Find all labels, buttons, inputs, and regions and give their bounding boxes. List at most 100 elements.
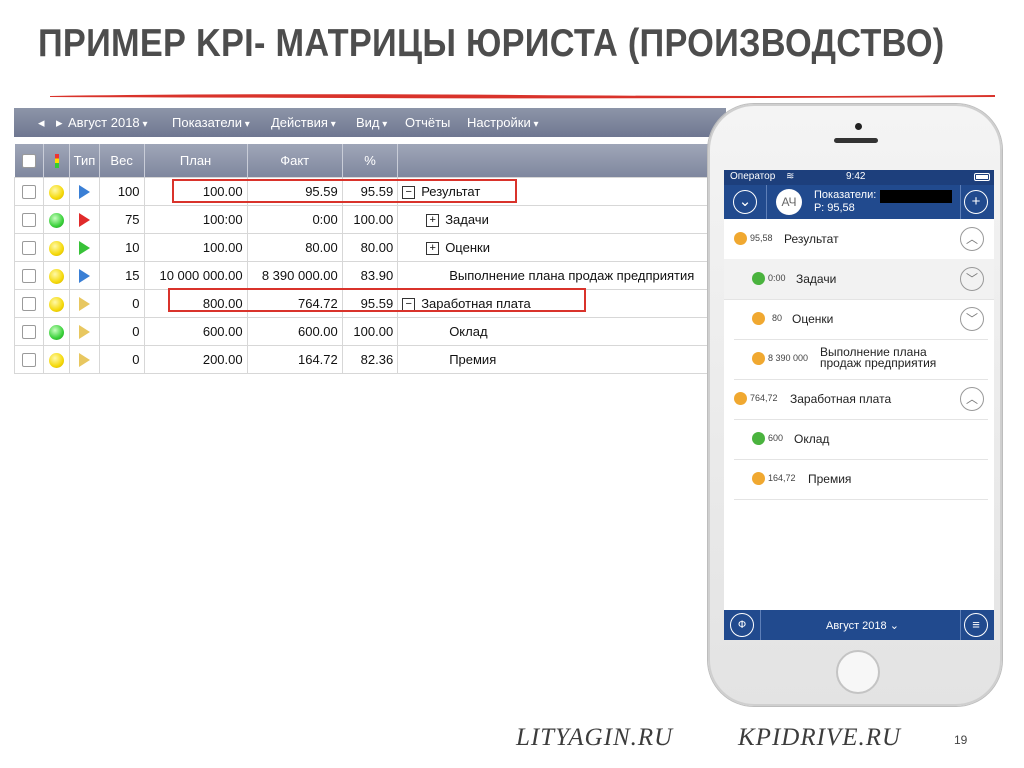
expand-icon[interactable]: +: [426, 242, 440, 256]
row-checkbox[interactable]: [22, 353, 37, 368]
list-item[interactable]: 8 390 000 Выполнение плана продаж предпр…: [734, 339, 988, 380]
indicator-name[interactable]: Оценки: [445, 240, 490, 255]
plan-cell[interactable]: 100:00: [143, 205, 248, 234]
chevron-down-icon[interactable]: ⌄: [733, 190, 757, 214]
name-cell: Премия: [397, 345, 726, 374]
mobile-footer: Ф Август 2018 ≡: [724, 610, 994, 640]
plan-cell[interactable]: 600.00: [143, 317, 248, 346]
name-cell: Выполнение плана продаж предприятия: [397, 261, 726, 290]
table-row[interactable]: 0 600.00 600.00 100.00 Оклад: [14, 317, 726, 346]
list-item[interactable]: 164,72 Премия: [734, 459, 988, 500]
table-row[interactable]: 0 200.00 164.72 82.36 Премия: [14, 345, 726, 374]
expand-icon[interactable]: +: [426, 214, 440, 228]
status-orange-icon: [734, 392, 747, 405]
table-header: Тип Вес План Факт %: [14, 144, 726, 178]
footer-link-kpidrive[interactable]: KPIDRIVE.RU: [738, 724, 901, 752]
plan-cell[interactable]: 100.00: [143, 233, 248, 262]
divider: [766, 185, 767, 219]
add-icon[interactable]: +: [964, 190, 988, 214]
home-button[interactable]: [836, 650, 880, 694]
plan-cell[interactable]: 10 000 000.00: [143, 261, 248, 290]
list-item[interactable]: 764,72 Заработная плата ︿: [734, 379, 988, 420]
chevron-down-icon[interactable]: ﹀: [960, 267, 984, 291]
menu-actions[interactable]: Действия: [271, 115, 336, 130]
row-checkbox[interactable]: [22, 185, 37, 200]
select-all-header[interactable]: [14, 144, 45, 178]
menu-icon[interactable]: ≡: [964, 613, 988, 637]
menu-reports[interactable]: Отчёты: [405, 115, 450, 130]
plan-cell[interactable]: 200.00: [143, 345, 248, 374]
traffic-light-header-icon: [43, 144, 71, 178]
row-checkbox[interactable]: [22, 213, 37, 228]
battery-icon: [974, 173, 990, 181]
status-orange-icon: [734, 232, 747, 245]
name-cell: + Оценки: [397, 233, 726, 262]
table-row[interactable]: 15 10 000 000.00 8 390 000.00 83.90 Выпо…: [14, 261, 726, 290]
type-flag-blue-icon: [79, 269, 90, 284]
menu-settings[interactable]: Настройки: [467, 115, 539, 130]
fact-cell[interactable]: 8 390 000.00: [246, 261, 343, 290]
prev-period-icon[interactable]: ◂: [38, 115, 45, 131]
list-item[interactable]: 600 Оклад: [734, 419, 988, 460]
divider: [960, 610, 961, 640]
period-dropdown[interactable]: Август 2018: [68, 115, 147, 130]
fact-cell[interactable]: 164.72: [246, 345, 343, 374]
chevron-up-icon[interactable]: ︿: [960, 227, 984, 251]
fact-cell[interactable]: 0:00: [246, 205, 343, 234]
col-type[interactable]: Тип: [69, 144, 100, 178]
divider: [760, 610, 761, 640]
item-name: Оценки: [792, 312, 834, 326]
footer-link-lityagin[interactable]: LITYAGIN.RU: [516, 724, 673, 752]
table-row[interactable]: 75 100:00 0:00 100.00 + Задачи: [14, 205, 726, 234]
menu-indicators[interactable]: Показатели: [172, 115, 250, 130]
row-checkbox[interactable]: [22, 241, 37, 256]
weight-cell: 75: [98, 205, 145, 234]
type-flag-red-icon: [79, 213, 90, 228]
chevron-down-icon[interactable]: ﹀: [960, 307, 984, 331]
name-cell: Оклад: [397, 317, 726, 346]
fact-cell[interactable]: 80.00: [246, 233, 343, 262]
period-selector[interactable]: Август 2018: [826, 619, 899, 632]
row-checkbox[interactable]: [22, 297, 37, 312]
list-item[interactable]: 0:00 Задачи ﹀: [724, 259, 994, 300]
item-name: Заработная плата: [790, 392, 892, 406]
indicator-name[interactable]: Выполнение плана продаж предприятия: [449, 268, 694, 283]
percent-cell: 80.00: [341, 233, 399, 262]
next-period-icon[interactable]: ▸: [56, 115, 63, 131]
type-flag-green-icon: [79, 241, 90, 256]
percent-cell: 100.00: [341, 205, 399, 234]
menu-view[interactable]: Вид: [356, 115, 387, 130]
row-checkbox[interactable]: [22, 269, 37, 284]
col-weight[interactable]: Вес: [99, 144, 145, 178]
col-plan[interactable]: План: [144, 144, 248, 178]
weight-cell: 15: [98, 261, 145, 290]
item-value: 80: [772, 313, 783, 323]
chevron-up-icon[interactable]: ︿: [960, 387, 984, 411]
item-value: 0:00: [768, 273, 786, 283]
item-name: Выполнение плана продаж предприятия: [820, 346, 936, 369]
fact-cell[interactable]: 600.00: [246, 317, 343, 346]
header-label: Показатели: Р: 95,58: [814, 189, 876, 215]
list-item[interactable]: 95,58 Результат ︿: [734, 219, 988, 260]
weight-cell: 0: [98, 317, 145, 346]
col-percent[interactable]: %: [342, 144, 399, 178]
avatar[interactable]: АЧ: [776, 189, 802, 215]
select-all-checkbox[interactable]: [21, 154, 36, 169]
filter-icon[interactable]: Ф: [730, 613, 754, 637]
indicator-name[interactable]: Задачи: [445, 212, 489, 227]
col-fact[interactable]: Факт: [247, 144, 343, 178]
indicator-name[interactable]: Премия: [449, 352, 496, 367]
wifi-icon: ≋: [786, 171, 795, 182]
status-orange-icon: [752, 472, 765, 485]
name-cell: + Задачи: [397, 205, 726, 234]
table-row[interactable]: 10 100.00 80.00 80.00 + Оценки: [14, 233, 726, 262]
list-item[interactable]: 80 Оценки ﹀: [734, 299, 988, 340]
page-number: 19: [954, 733, 968, 747]
item-name: Оклад: [794, 432, 830, 446]
mobile-screen: Оператор ≋ 9:42 ⌄ АЧ Показатели: Р: 95,5…: [724, 170, 994, 640]
row-checkbox[interactable]: [22, 325, 37, 340]
speaker-icon: [834, 138, 878, 143]
status-orange-icon: [752, 312, 765, 325]
indicator-name[interactable]: Оклад: [449, 324, 487, 339]
weight-cell: 10: [98, 233, 145, 262]
